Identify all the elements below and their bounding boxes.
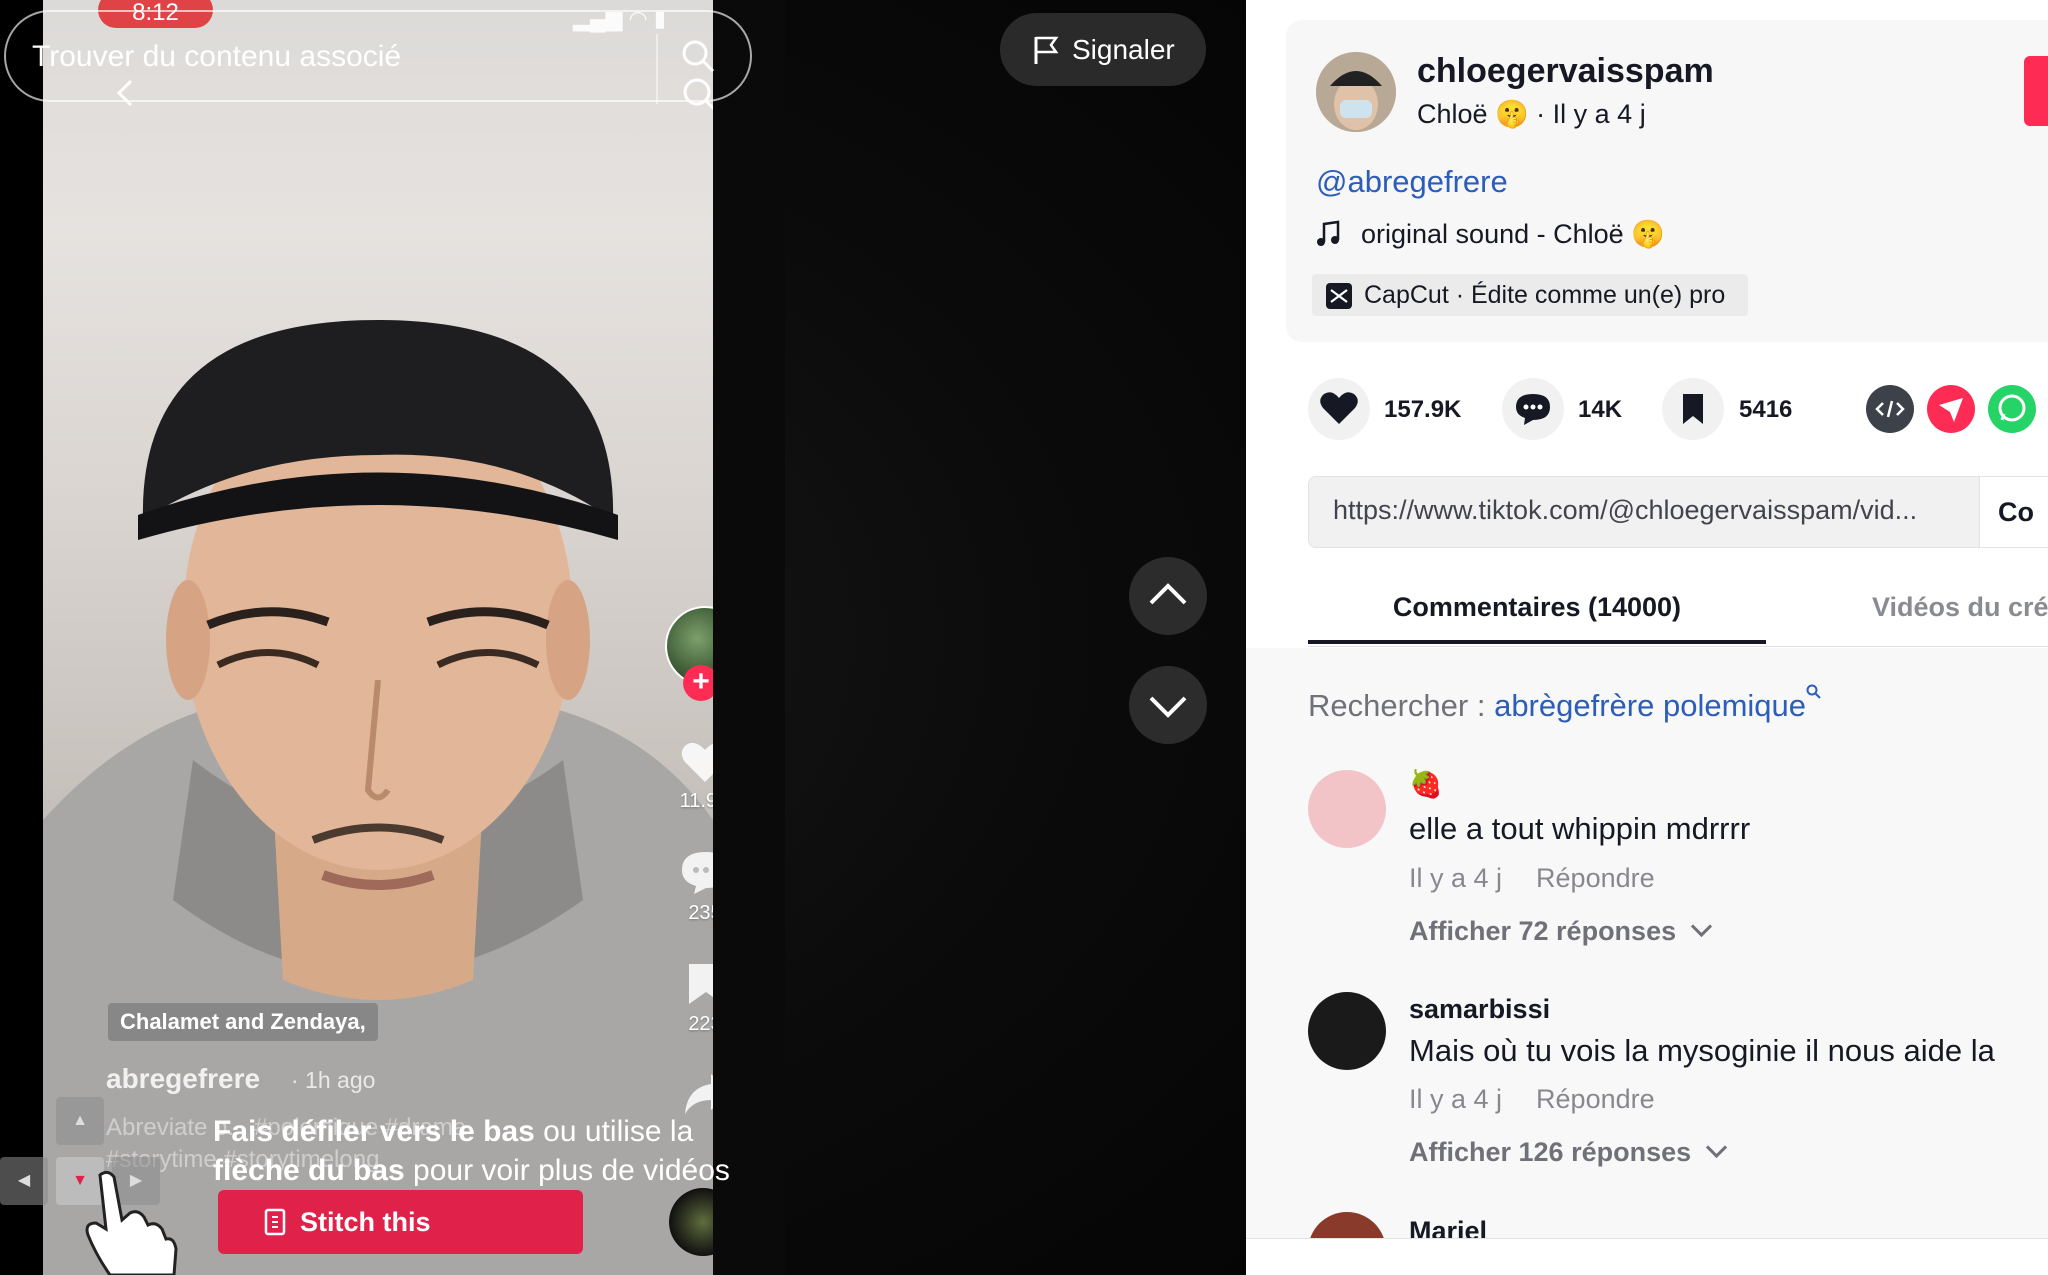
tutorial-bold: Fais défiler vers le bas bbox=[213, 1115, 535, 1148]
search-icon bbox=[1806, 684, 1821, 699]
show-replies-label: Afficher 72 réponses bbox=[1409, 916, 1677, 946]
video-content: 8:12 ▂▄▆ ◠ ▮ + 11.9K 235 223 Chalamet an… bbox=[43, 0, 713, 1275]
comment-count: 235 bbox=[688, 902, 713, 924]
reply-button[interactable]: Répondre bbox=[1536, 863, 1655, 893]
author-meta: Chloë 🤫 · Il y a 4 j bbox=[1417, 99, 1646, 129]
chevron-down-icon bbox=[1149, 696, 1187, 718]
video-time: · 1h ago bbox=[291, 1067, 376, 1093]
stitch-button[interactable]: Stitch this bbox=[218, 1190, 583, 1254]
comment-meta: Il y a 4 j Répondre bbox=[1409, 863, 1655, 894]
pointer-hand-icon bbox=[85, 1170, 178, 1275]
heart-icon[interactable] bbox=[680, 740, 713, 784]
comment-button[interactable] bbox=[1502, 378, 1564, 440]
show-replies-label: Afficher 126 réponses bbox=[1409, 1137, 1692, 1167]
save-count: 5416 bbox=[1739, 396, 1793, 423]
flag-icon bbox=[1034, 36, 1059, 64]
capcut-icon bbox=[1326, 283, 1352, 309]
tutorial-text: pour voir plus de vidéos bbox=[404, 1154, 730, 1187]
stitch-label: Stitch this bbox=[300, 1207, 431, 1237]
report-button[interactable]: Signaler bbox=[1000, 13, 1206, 86]
show-replies-button[interactable]: Afficher 72 réponses bbox=[1409, 915, 1713, 947]
like-count: 11.9K bbox=[679, 790, 713, 812]
chevron-up-icon bbox=[1149, 583, 1187, 605]
author-username[interactable]: chloegervaisspam bbox=[1417, 52, 1714, 91]
bookmark-icon bbox=[1683, 394, 1703, 424]
comment-meta: Il y a 4 j Répondre bbox=[1409, 1084, 1655, 1115]
show-replies-button[interactable]: Afficher 126 réponses bbox=[1409, 1136, 1728, 1168]
comment-time: Il y a 4 j bbox=[1409, 1084, 1503, 1114]
suggestion-prefix: Rechercher : bbox=[1308, 688, 1495, 723]
video-link-field[interactable]: https://www.tiktok.com/@chloegervaisspam… bbox=[1308, 476, 2048, 548]
search-divider bbox=[656, 34, 658, 104]
author-avatar[interactable] bbox=[1316, 52, 1396, 132]
comment-input-bar[interactable] bbox=[1246, 1238, 2048, 1275]
suggestion-query[interactable]: abrègefrère polemique bbox=[1494, 688, 1806, 723]
music-label: original sound - Chloë 🤫 bbox=[1361, 219, 1665, 249]
embed-button[interactable] bbox=[1866, 385, 1914, 433]
comment-icon[interactable] bbox=[680, 850, 713, 896]
comment-time: Il y a 4 j bbox=[1409, 863, 1503, 893]
follow-button[interactable] bbox=[2024, 56, 2048, 126]
next-video-button[interactable] bbox=[1129, 666, 1207, 744]
copy-link-button[interactable]: Co bbox=[1979, 477, 2048, 547]
save-count: 223 bbox=[688, 1013, 713, 1035]
comment-text: elle a tout whippin mdrrrr bbox=[1409, 811, 1751, 846]
save-button[interactable] bbox=[1662, 378, 1724, 440]
avatar-image bbox=[1316, 52, 1396, 132]
video-tag: Chalamet and Zendaya, bbox=[108, 1003, 378, 1041]
whatsapp-button[interactable] bbox=[1988, 385, 2036, 433]
comments-list[interactable]: Rechercher : abrègefrère polemique 🍓 ell… bbox=[1246, 648, 2048, 1275]
arrow-up-key: ▲ bbox=[56, 1097, 104, 1145]
capcut-label: CapCut · Édite comme un(e) pro bbox=[1364, 281, 1726, 309]
commenter-name[interactable]: samarbissi bbox=[1409, 994, 1550, 1025]
tab-comments[interactable]: Commentaires (14000) bbox=[1308, 580, 1766, 644]
capcut-link[interactable]: CapCut · Édite comme un(e) pro bbox=[1312, 274, 1748, 316]
whatsapp-icon bbox=[1998, 394, 2026, 422]
video-player[interactable]: 8:12 ▂▄▆ ◠ ▮ + 11.9K 235 223 Chalamet an… bbox=[0, 0, 1246, 1275]
search-suggestion[interactable]: Rechercher : abrègefrère polemique bbox=[1308, 684, 1822, 724]
previous-video-button[interactable] bbox=[1129, 557, 1207, 635]
details-panel: chloegervaisspam Chloë 🤫 · Il y a 4 j @a… bbox=[1246, 0, 2048, 1275]
send-icon bbox=[1939, 398, 1963, 422]
search-icon[interactable] bbox=[680, 38, 716, 74]
comment-count: 14K bbox=[1578, 396, 1623, 423]
send-button[interactable] bbox=[1927, 385, 1975, 433]
scroll-tutorial: Fais défiler vers le bas ou utilise la f… bbox=[213, 1112, 730, 1190]
like-button[interactable] bbox=[1308, 378, 1370, 440]
share-icon[interactable] bbox=[683, 1072, 713, 1116]
comment-icon bbox=[1516, 394, 1550, 425]
tutorial-text: ou utilise la bbox=[534, 1115, 694, 1148]
commenter-name[interactable]: 🍓 bbox=[1409, 768, 1443, 800]
search-placeholder: Trouver du contenu associé bbox=[32, 40, 402, 73]
chevron-down-icon bbox=[1691, 915, 1713, 938]
panel-tabs: Commentaires (14000) Vidéos du cré bbox=[1308, 580, 2048, 647]
heart-icon bbox=[1320, 392, 1358, 424]
report-label: Signaler bbox=[1072, 34, 1175, 65]
arrow-left-key: ◀ bbox=[0, 1157, 48, 1205]
reply-button[interactable]: Répondre bbox=[1536, 1084, 1655, 1114]
video-url: https://www.tiktok.com/@chloegervaisspam… bbox=[1333, 495, 1918, 525]
stitch-icon bbox=[264, 1208, 286, 1236]
embed-icon bbox=[1875, 400, 1905, 418]
mention-link[interactable]: @abregefrere bbox=[1316, 164, 1508, 200]
follow-plus-icon[interactable]: + bbox=[683, 665, 713, 701]
tutorial-bold: flèche du bas bbox=[213, 1154, 405, 1187]
chevron-down-icon bbox=[1706, 1136, 1728, 1159]
music-note-icon bbox=[1317, 220, 1340, 246]
commenter-avatar[interactable] bbox=[1308, 770, 1386, 848]
comment-text: Mais où tu vois la mysoginie il nous aid… bbox=[1409, 1033, 1995, 1068]
video-edge bbox=[713, 0, 785, 1275]
bookmark-icon[interactable] bbox=[687, 962, 713, 1006]
like-count: 157.9K bbox=[1384, 396, 1462, 423]
commenter-avatar[interactable] bbox=[1308, 992, 1386, 1070]
tab-creator-videos[interactable]: Vidéos du cré bbox=[1872, 580, 2048, 634]
video-author: abregefrere bbox=[106, 1063, 261, 1094]
